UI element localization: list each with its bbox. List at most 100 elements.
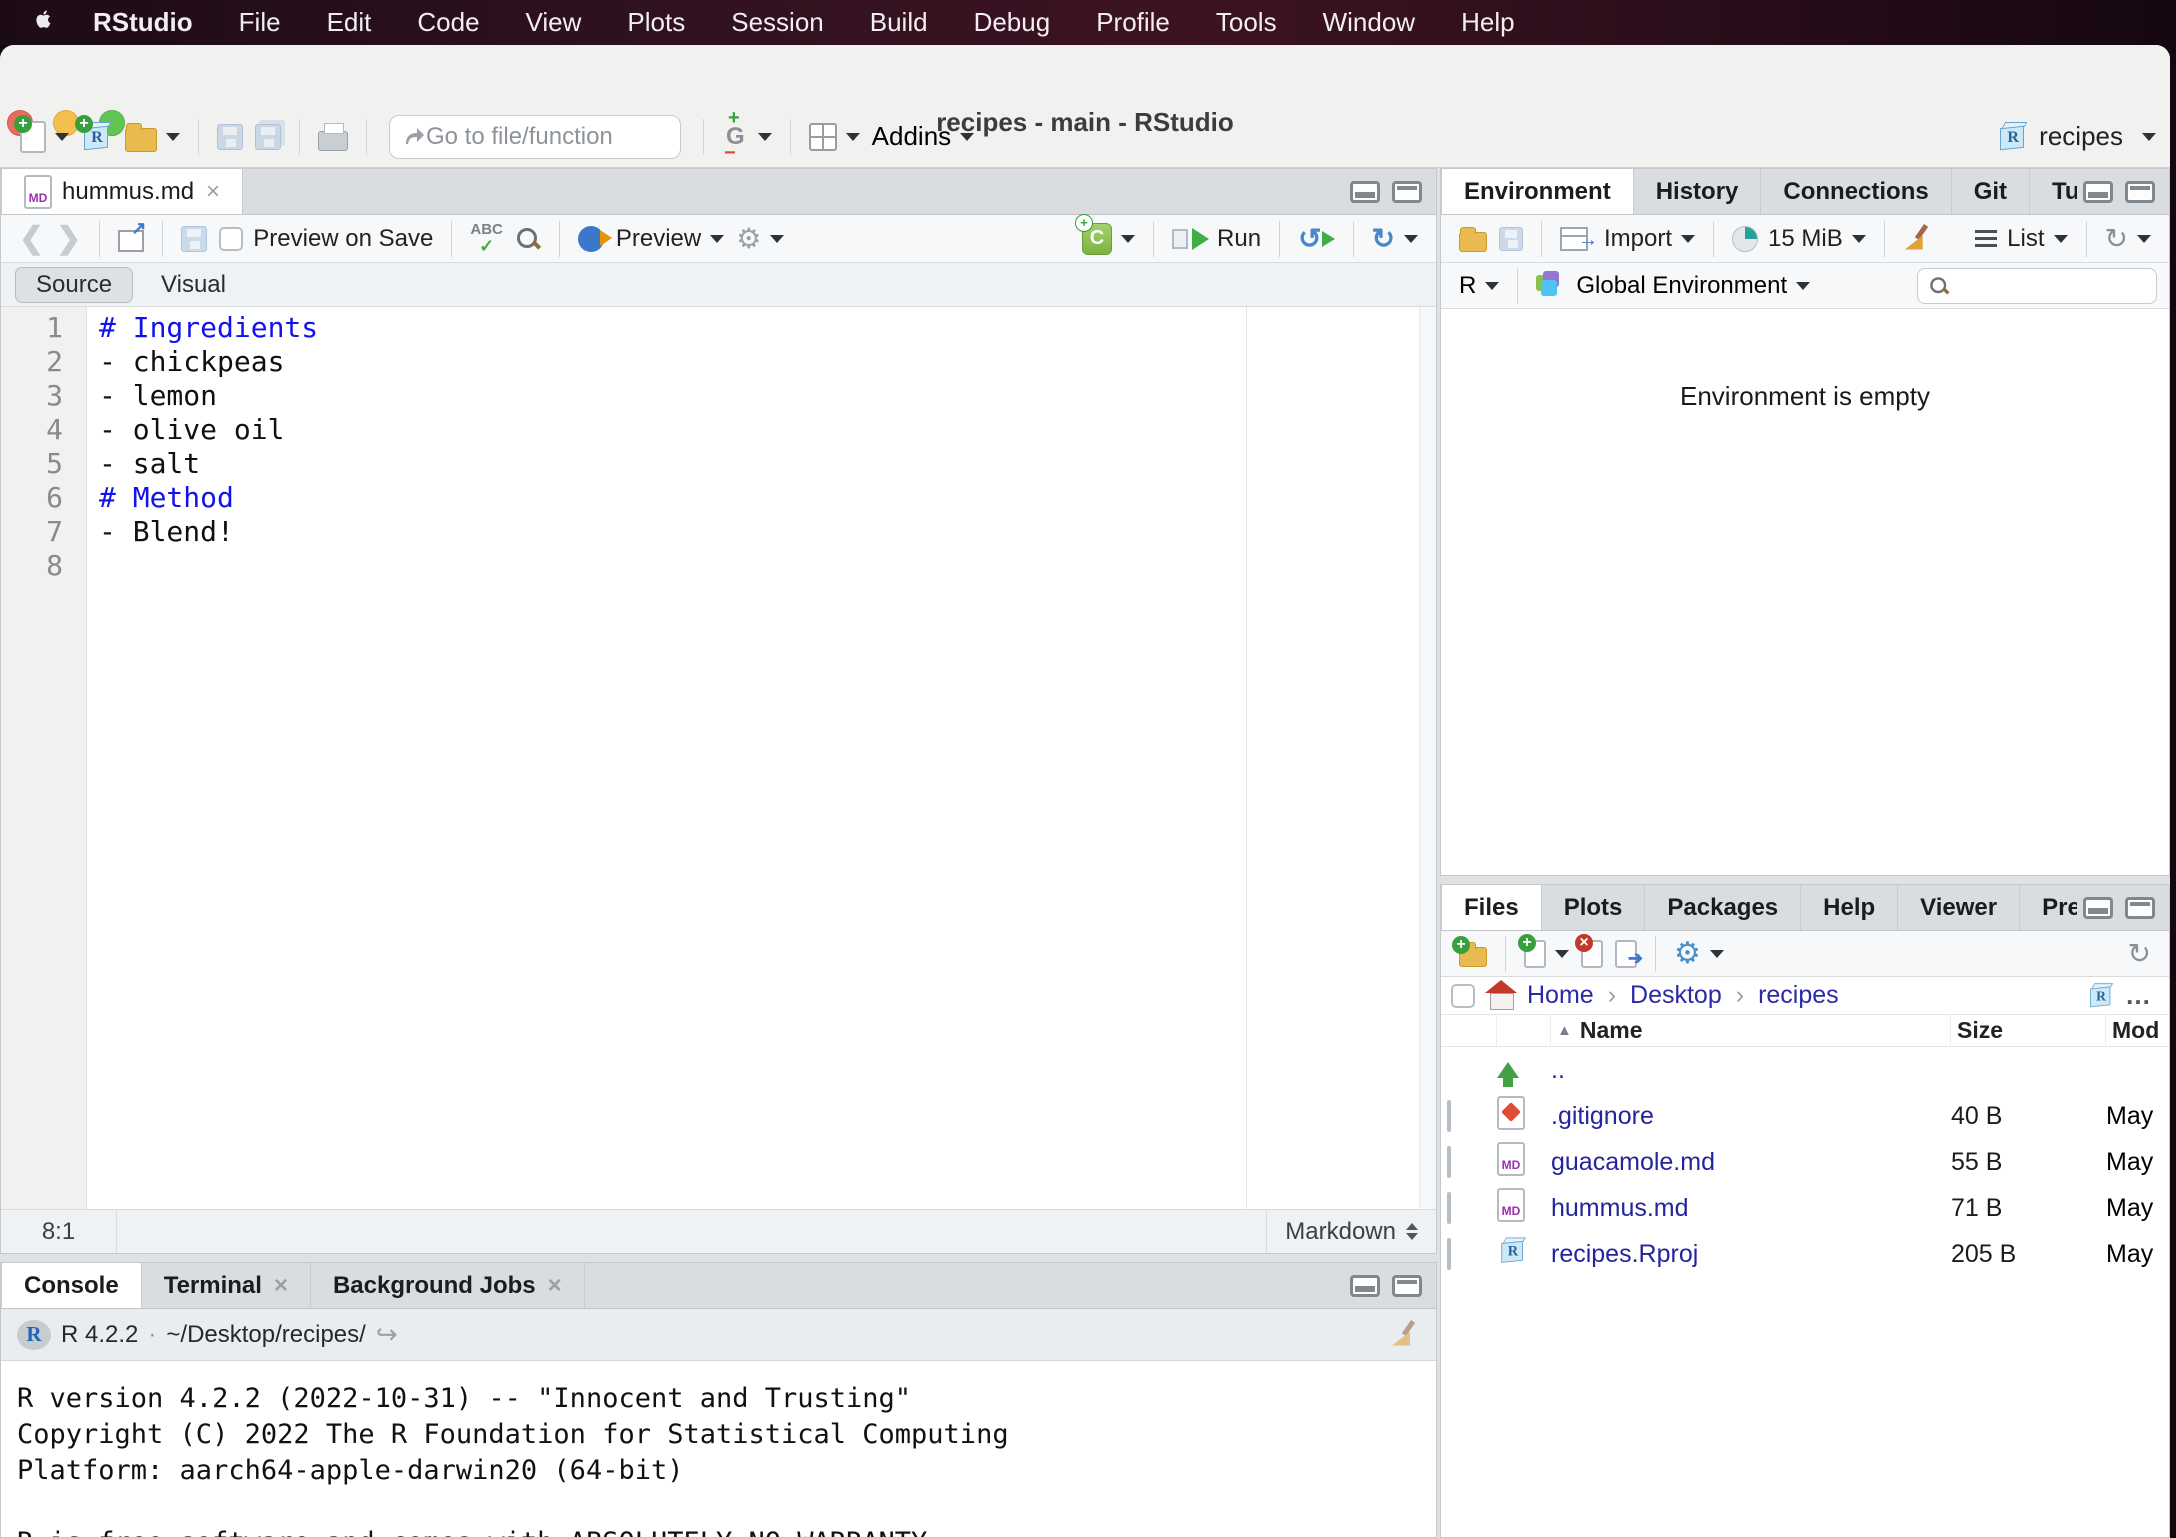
tab-background-jobs[interactable]: Background Jobs [311, 1263, 585, 1308]
open-in-new-window-button[interactable] [118, 226, 144, 252]
code-editor[interactable]: 1# Ingredients 2- chickpeas 3- lemon 4- … [1, 307, 1436, 1209]
tab-help[interactable]: Help [1801, 885, 1898, 930]
file-checkbox[interactable] [1447, 1146, 1451, 1178]
apple-logo-icon[interactable] [30, 6, 56, 39]
file-row[interactable]: .gitignore 40 B May [1441, 1093, 2169, 1139]
copy-file-button[interactable]: ➔ [1615, 940, 1637, 968]
new-folder-button[interactable]: + [1459, 941, 1487, 967]
file-link[interactable]: .gitignore [1551, 1102, 1951, 1131]
menu-rstudio[interactable]: RStudio [70, 7, 216, 38]
load-workspace-button[interactable] [1459, 226, 1487, 252]
go-to-file-search[interactable] [389, 115, 681, 159]
environment-scope-selector[interactable]: Global Environment [1536, 271, 1810, 301]
file-row[interactable]: R recipes.Rproj 205 B May [1441, 1231, 2169, 1277]
console-output[interactable]: R version 4.2.2 (2022-10-31) -- "Innocen… [1, 1361, 1436, 1537]
find-replace-button[interactable] [515, 226, 541, 252]
file-link[interactable]: guacamole.md [1551, 1148, 1951, 1177]
file-link[interactable]: recipes.Rproj [1551, 1240, 1951, 1269]
menu-window[interactable]: Window [1300, 7, 1438, 38]
tab-hummus-md[interactable]: hummus.md [1, 169, 243, 215]
project-menu[interactable]: R recipes [1997, 121, 2156, 153]
file-checkbox[interactable] [1447, 1238, 1451, 1270]
home-icon[interactable] [1485, 982, 1517, 1010]
print-button[interactable] [318, 123, 348, 151]
select-all-checkbox[interactable] [1451, 984, 1475, 1008]
file-link[interactable]: hummus.md [1551, 1194, 1951, 1223]
open-file-button[interactable] [125, 122, 180, 152]
refresh-environment-button[interactable]: ↻ [2105, 222, 2151, 255]
run-button[interactable]: Run [1172, 225, 1261, 253]
save-button[interactable] [217, 124, 243, 150]
menu-tools[interactable]: Tools [1193, 7, 1300, 38]
clear-console-icon[interactable] [1390, 1320, 1420, 1350]
list-view-button[interactable]: List [1975, 225, 2067, 253]
version-control-button[interactable]: G [722, 123, 772, 151]
refresh-files-button[interactable]: ↻ [2128, 937, 2151, 970]
maximize-pane-icon[interactable] [2125, 897, 2155, 919]
environment-search-input[interactable] [1958, 273, 2138, 299]
column-header-name[interactable]: Name [1551, 1015, 1951, 1046]
close-tab-icon[interactable] [548, 1272, 562, 1300]
new-blank-file-button[interactable]: + [1524, 940, 1569, 968]
menu-file[interactable]: File [216, 7, 304, 38]
save-document-button[interactable] [181, 226, 207, 252]
file-checkbox[interactable] [1447, 1100, 1451, 1132]
preview-on-save-checkbox[interactable]: Preview on Save [219, 225, 433, 253]
back-button[interactable]: ❮ [19, 221, 44, 256]
new-file-button[interactable]: + [20, 121, 69, 153]
import-dataset-button[interactable]: Import [1560, 225, 1695, 253]
file-checkbox[interactable] [1447, 1192, 1451, 1224]
tab-packages[interactable]: Packages [1645, 885, 1801, 930]
addins-menu[interactable]: Addins [872, 121, 975, 152]
file-row[interactable]: hummus.md 71 B May [1441, 1185, 2169, 1231]
menu-help[interactable]: Help [1438, 7, 1537, 38]
menu-edit[interactable]: Edit [304, 7, 395, 38]
cursor-position[interactable]: 8:1 [1, 1210, 117, 1253]
tab-git[interactable]: Git [1952, 169, 2030, 214]
tab-environment[interactable]: Environment [1441, 169, 1634, 215]
knit-settings-button[interactable]: ⚙ [736, 222, 784, 255]
minimize-pane-icon[interactable] [1350, 1275, 1380, 1297]
source-document-button[interactable]: ↻ [1372, 222, 1418, 255]
breadcrumb-recipes[interactable]: recipes [1758, 981, 1839, 1010]
menu-debug[interactable]: Debug [951, 7, 1074, 38]
source-mode-button[interactable]: Source [15, 267, 133, 303]
tab-files[interactable]: Files [1441, 885, 1542, 931]
maximize-pane-icon[interactable] [1392, 181, 1422, 203]
spellcheck-button[interactable]: ABC✓ [470, 222, 503, 255]
save-all-button[interactable] [255, 124, 281, 150]
parent-directory-link[interactable]: .. [1551, 1056, 1951, 1085]
forward-button[interactable]: ❯ [56, 221, 81, 256]
column-header-modified[interactable]: Mod [2106, 1015, 2169, 1046]
tab-plots[interactable]: Plots [1542, 885, 1646, 930]
more-options-button[interactable]: … [2125, 980, 2159, 1011]
minimize-pane-icon[interactable] [1350, 181, 1380, 203]
menu-view[interactable]: View [503, 7, 605, 38]
menu-profile[interactable]: Profile [1073, 7, 1193, 38]
close-tab-icon[interactable] [274, 1272, 288, 1300]
file-row[interactable]: guacamole.md 55 B May [1441, 1139, 2169, 1185]
minimize-pane-icon[interactable] [2083, 897, 2113, 919]
environment-search[interactable] [1917, 268, 2157, 304]
close-tab-icon[interactable] [206, 178, 220, 206]
share-directory-icon[interactable]: ↪ [376, 1319, 398, 1350]
save-workspace-button[interactable] [1499, 227, 1523, 251]
menu-code[interactable]: Code [394, 7, 502, 38]
breadcrumb-home[interactable]: Home [1527, 981, 1594, 1010]
menu-session[interactable]: Session [708, 7, 847, 38]
maximize-pane-icon[interactable] [2125, 181, 2155, 203]
memory-usage-button[interactable]: 15 MiB [1732, 225, 1866, 253]
column-header-size[interactable]: Size [1951, 1015, 2106, 1046]
minimize-pane-icon[interactable] [2083, 181, 2113, 203]
rerun-button[interactable]: ↺ [1298, 222, 1334, 255]
new-project-button[interactable]: R+ [81, 121, 113, 153]
parent-directory-row[interactable]: .. [1441, 1047, 2169, 1093]
visual-mode-button[interactable]: Visual [141, 268, 246, 302]
workspace-panes-button[interactable] [809, 123, 860, 151]
breadcrumb-desktop[interactable]: Desktop [1630, 981, 1722, 1010]
tab-viewer[interactable]: Viewer [1898, 885, 2020, 930]
menu-build[interactable]: Build [847, 7, 951, 38]
maximize-pane-icon[interactable] [1392, 1275, 1422, 1297]
more-file-commands-button[interactable]: ⚙ [1674, 936, 1724, 971]
tab-terminal[interactable]: Terminal [142, 1263, 311, 1308]
